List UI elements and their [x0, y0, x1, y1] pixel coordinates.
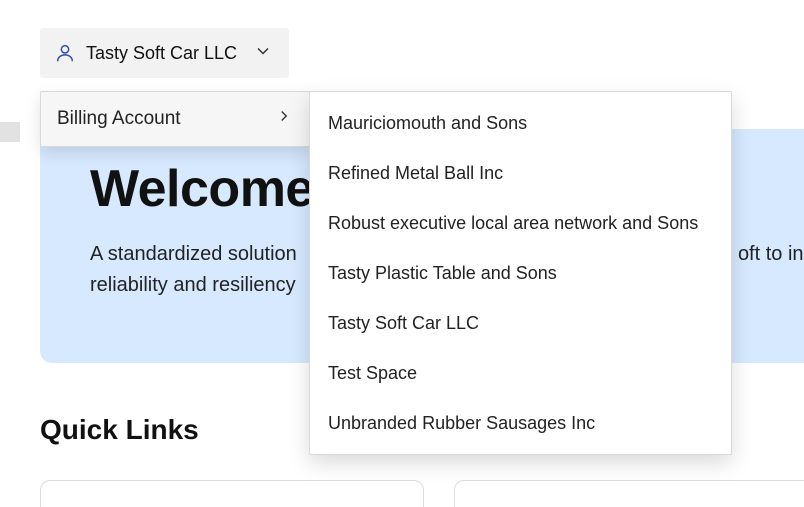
billing-account-option[interactable]: Tasty Soft Car LLC	[310, 298, 731, 348]
quick-links-heading: Quick Links	[40, 414, 199, 446]
person-icon	[54, 42, 76, 64]
billing-account-option[interactable]: Test Space	[310, 348, 731, 398]
left-edge-strip	[0, 122, 20, 142]
account-menu: Billing Account	[40, 91, 310, 147]
account-selector-label: Tasty Soft Car LLC	[86, 43, 237, 64]
quick-links-section: Quick Links	[40, 414, 199, 446]
billing-account-submenu: Mauriciomouth and SonsRefined Metal Ball…	[309, 91, 732, 455]
page-root: Tasty Soft Car LLC Welcome to the fany A…	[0, 0, 804, 78]
billing-account-option[interactable]: Tasty Plastic Table and Sons	[310, 248, 731, 298]
menu-item-label: Billing Account	[57, 108, 181, 130]
account-selector-button[interactable]: Tasty Soft Car LLC	[40, 28, 289, 78]
billing-account-option[interactable]: Mauriciomouth and Sons	[310, 98, 731, 148]
quick-link-card[interactable]	[40, 480, 424, 507]
chevron-right-icon	[275, 107, 293, 131]
quick-link-card[interactable]	[454, 480, 804, 507]
chevron-down-icon	[253, 41, 273, 66]
billing-account-option[interactable]: Robust executive local area network and …	[310, 198, 731, 248]
billing-account-option[interactable]: Unbranded Rubber Sausages Inc	[310, 398, 731, 448]
menu-item-billing-account[interactable]: Billing Account	[41, 92, 309, 146]
quick-links-cards	[40, 480, 804, 507]
billing-account-option[interactable]: Refined Metal Ball Inc	[310, 148, 731, 198]
